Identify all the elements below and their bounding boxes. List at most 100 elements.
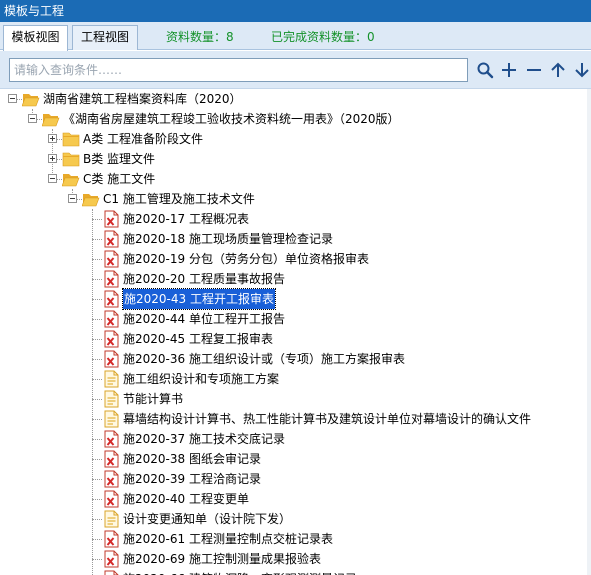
tree-connector <box>92 219 102 220</box>
tree-node-label: A类 工程准备阶段文件 <box>83 132 204 146</box>
yellow-document-icon <box>102 410 120 428</box>
tree-connector <box>92 439 102 440</box>
window-title: 模板与工程 <box>4 4 65 18</box>
red-document-icon <box>102 270 120 288</box>
tree-node[interactable]: 设计变更通知单（设计院下发） <box>0 509 591 529</box>
yellow-document-icon <box>102 390 120 408</box>
red-document-icon <box>102 570 120 575</box>
tree-connector <box>92 539 102 540</box>
folder-closed-icon <box>62 150 80 168</box>
tree-node[interactable]: 施2020-18 施工现场质量管理检查记录 <box>0 229 591 249</box>
tree-node[interactable]: 施2020-40 工程变更单 <box>0 489 591 509</box>
tree-node-label: 施2020-17 工程概况表 <box>123 212 249 226</box>
tree-connector <box>92 299 102 300</box>
tree-node[interactable]: C类 施工文件 <box>0 169 591 189</box>
red-document-icon <box>102 350 120 368</box>
folder-open-icon <box>81 190 100 208</box>
tree-node-label: C类 施工文件 <box>83 172 156 186</box>
folder-closed-icon <box>62 130 80 148</box>
tab-project-view[interactable]: 工程视图 <box>72 25 138 50</box>
red-document-icon <box>102 310 120 328</box>
tree-connector <box>92 319 102 320</box>
tree-node-label: 施2020-61 工程测量控制点交桩记录表 <box>123 532 333 546</box>
red-document-icon <box>102 210 120 228</box>
collapse-toggle-icon[interactable] <box>68 194 77 203</box>
tree-node-label: 施2020-69 施工控制测量成果报验表 <box>123 552 321 566</box>
tree-node-label: 施2020-45 工程复工报审表 <box>123 332 273 346</box>
red-document-icon <box>102 470 120 488</box>
expand-toggle-icon[interactable] <box>48 134 57 143</box>
tree-connector <box>92 419 102 420</box>
tree-node-label: 施2020-38 图纸会审记录 <box>123 452 261 466</box>
tree-node-label: 施2020-39 工程洽商记录 <box>123 472 261 486</box>
tree-connector <box>92 559 102 560</box>
tree-node[interactable]: 施2020-37 施工技术交底记录 <box>0 429 591 449</box>
tree-node[interactable]: 《湖南省房屋建筑工程竣工验收技术资料统一用表》（2020版） <box>0 109 591 129</box>
arrow-down-icon[interactable] <box>573 61 591 79</box>
tree-node[interactable]: 施2020-38 图纸会审记录 <box>0 449 591 469</box>
tree-node-label: 节能计算书 <box>123 392 184 406</box>
yellow-document-icon <box>102 370 120 388</box>
tree-node[interactable]: 施2020-36 施工组织设计或（专项）施工方案报审表 <box>0 349 591 369</box>
red-document-icon <box>102 230 120 248</box>
tree-node[interactable]: C1 施工管理及施工技术文件 <box>0 189 591 209</box>
arrow-up-icon[interactable] <box>549 61 567 79</box>
expand-toggle-icon[interactable] <box>48 154 57 163</box>
tree-node[interactable]: 施2020-69 施工控制测量成果报验表 <box>0 549 591 569</box>
tree-node[interactable]: 节能计算书 <box>0 389 591 409</box>
tree-node[interactable]: 湖南省建筑工程档案资料库（2020） <box>0 89 591 109</box>
tree-node-label: 施2020-40 工程变更单 <box>123 492 249 506</box>
red-document-icon <box>102 530 120 548</box>
tree-node[interactable]: B类 监理文件 <box>0 149 591 169</box>
tree-connector <box>92 399 102 400</box>
red-document-icon <box>102 290 120 308</box>
tree-node[interactable]: 施2020-39 工程洽商记录 <box>0 469 591 489</box>
red-document-icon <box>102 490 120 508</box>
tab-template-view[interactable]: 模板视图 <box>3 25 68 51</box>
project-tree: 湖南省建筑工程档案资料库（2020） 《湖南省房屋建筑工程竣工验收技术资料统一用表… <box>0 89 591 575</box>
collapse-toggle-icon[interactable] <box>28 114 37 123</box>
tree-node[interactable]: 施2020-20 工程质量事故报告 <box>0 269 591 289</box>
tree-connector <box>92 339 102 340</box>
tree-node[interactable]: 施2020-61 工程测量控制点交桩记录表 <box>0 529 591 549</box>
red-document-icon <box>102 430 120 448</box>
collapse-toggle-icon[interactable] <box>48 174 57 183</box>
tree-node[interactable]: 施2020-44 单位工程开工报告 <box>0 309 591 329</box>
tree-connector <box>92 239 102 240</box>
minus-icon[interactable] <box>525 61 543 79</box>
red-document-icon <box>102 550 120 568</box>
tree-connector <box>92 499 102 500</box>
tree-connector <box>92 279 102 280</box>
plus-icon[interactable] <box>500 61 518 79</box>
red-document-icon <box>102 250 120 268</box>
tree-node-label: 湖南省建筑工程档案资料库（2020） <box>43 92 242 106</box>
tree-connector <box>92 459 102 460</box>
tree-node-label: 施2020-43 工程开工报审表 <box>122 288 276 310</box>
tree-node-label: 施2020-19 分包（劳务分包）单位资格报审表 <box>123 252 369 266</box>
collapse-toggle-icon[interactable] <box>8 94 17 103</box>
tree-node[interactable]: 施2020-66 建筑物沉降、变形观测测量记录 <box>0 569 591 575</box>
tree-node-label: 《湖南省房屋建筑工程竣工验收技术资料统一用表》（2020版） <box>63 112 400 126</box>
tree-node-label: C1 施工管理及施工技术文件 <box>103 192 255 206</box>
tree-node-label: 施2020-18 施工现场质量管理检查记录 <box>123 232 333 246</box>
tree-node-label: B类 监理文件 <box>83 152 156 166</box>
folder-open-icon <box>41 110 60 128</box>
tree-node[interactable]: 施工组织设计和专项施工方案 <box>0 369 591 389</box>
tree-node[interactable]: A类 工程准备阶段文件 <box>0 129 591 149</box>
folder-open-icon <box>21 90 40 108</box>
red-document-icon <box>102 330 120 348</box>
yellow-document-icon <box>102 510 120 528</box>
tree-connector <box>92 259 102 260</box>
search-input[interactable] <box>9 58 468 82</box>
search-icon[interactable] <box>476 61 494 79</box>
window-title-bar: 模板与工程 <box>0 0 591 22</box>
tree-node[interactable]: 施2020-45 工程复工报审表 <box>0 329 591 349</box>
tree-node[interactable]: 施2020-17 工程概况表 <box>0 209 591 229</box>
tree-node[interactable]: 幕墙结构设计计算书、热工性能计算书及建筑设计单位对幕墙设计的确认文件 <box>0 409 591 429</box>
tree-node[interactable]: 施2020-43 工程开工报审表 <box>0 288 591 310</box>
tree-node-label: 施2020-37 施工技术交底记录 <box>123 432 285 446</box>
data-count: 资料数量：8 <box>166 30 234 44</box>
tree-node[interactable]: 施2020-19 分包（劳务分包）单位资格报审表 <box>0 249 591 269</box>
tree-connector <box>92 479 102 480</box>
vertical-scrollbar[interactable] <box>587 89 591 575</box>
